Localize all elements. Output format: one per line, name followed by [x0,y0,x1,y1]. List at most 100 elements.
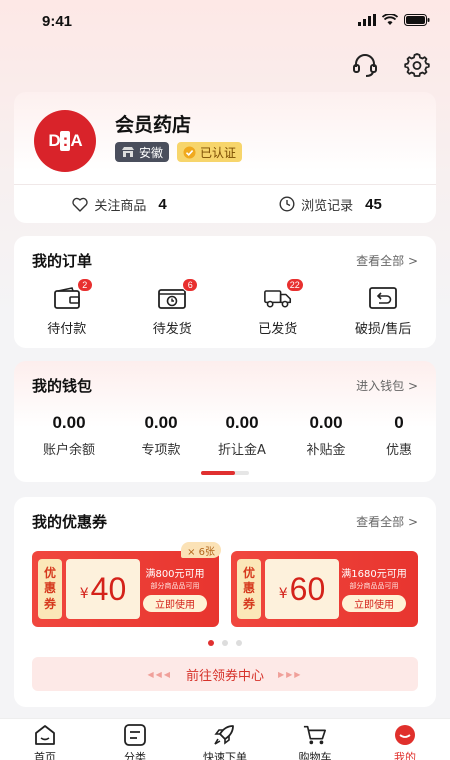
coupon-scope: 部分商品品可用 [349,582,399,590]
system-icons [358,14,430,26]
wallet-item-discount[interactable]: 0.00 折让金A [198,413,286,458]
coupon-tag: 优惠券 [237,559,261,619]
history-count: 45 [365,195,382,213]
location-text: 安徽 [139,145,164,160]
wallet-label: 账户余额 [42,443,95,458]
settings-button[interactable] [402,50,432,80]
location-badge: 安徽 [115,142,170,162]
wallet-amount: 0 [394,413,404,432]
wallet-item-special[interactable]: 0.00 专项款 [124,413,198,458]
tab-label: 快速下单 [203,751,247,760]
status-time: 9:41 [42,13,73,30]
wallet-amount: 0.00 [144,413,178,432]
carousel-dot [236,640,242,646]
tab-label: 分类 [124,751,146,760]
wallet-scroll-indicator [201,471,249,475]
tab-label: 购物车 [298,751,332,760]
coupon-item[interactable]: 优惠券 ¥ 40 满800元可用 部分商品品可用 立即使用 × 6张 [32,542,221,627]
wallet-item-coupon[interactable]: 0 优惠 [366,413,432,458]
orders-title: 我的订单 [32,252,113,273]
order-badge: 6 [182,278,199,292]
coupon-value: 40 [90,570,127,607]
headset-icon [353,54,377,77]
order-label: 破损/售后 [355,322,412,337]
coupon-value: 60 [289,570,326,607]
signal-icon [358,14,376,26]
favorites-count: 4 [158,195,167,213]
coupon-center-button[interactable]: ◀◀◀ 前往领券中心 ▶▶▶ [32,657,418,691]
verified-icon [183,146,196,158]
order-after-sales[interactable]: 破损/售后 [331,286,437,337]
orders-view-all-link[interactable]: 查看全部 > [356,252,418,269]
use-coupon-button[interactable]: 立即使用 [143,595,207,612]
cart-icon [303,725,326,745]
coupon-carousel-dots [208,640,242,646]
tab-profile[interactable]: 我的 [360,719,450,760]
coupon-condition: 满800元可用 [145,569,205,580]
wallet-label: 优惠 [385,443,412,458]
store-name: 会员药店 [115,114,192,136]
wallet-label: 补贴金 [306,443,346,458]
wallet-label: 折让金A [218,443,266,458]
profile-icon [395,725,415,745]
return-icon [369,287,398,309]
coupon-value-box: ¥ 40 [66,559,140,619]
order-pending-payment[interactable]: 2 待付款 [14,278,120,337]
certified-text: 已认证 [200,145,237,160]
profile-card: D:A 会员药店 安徽 已认证 关注商品 4 浏览记录 45 [14,92,436,223]
coupon-list: 优惠券 ¥ 40 满800元可用 部分商品品可用 立即使用 × 6张 优惠券 ¥… [32,542,418,627]
coupons-title: 我的优惠券 [32,513,113,534]
bottom-tab-bar: 首页 分类 快速下单 购物车 我的 [0,718,450,760]
order-status-row: 2 待付款 6 待发货 22 已发货 破损/售后 [14,278,437,337]
coupons-view-all-link[interactable]: 查看全部 > [356,513,418,530]
coupon-item[interactable]: 优惠券 ¥ 60 满1680元可用 部分商品品可用 立即使用 [231,551,418,627]
customer-service-button[interactable] [350,50,380,80]
coupon-tag: 优惠券 [38,559,62,619]
order-badge: 22 [285,278,304,292]
order-shipped[interactable]: 22 已发货 [225,278,331,337]
tab-home[interactable]: 首页 [0,719,90,760]
top-actions [350,50,432,80]
tab-quick-order[interactable]: 快速下单 [180,719,270,760]
favorites-label: 关注商品 [94,198,147,214]
wallet-label: 专项款 [141,443,181,458]
store-icon [122,147,134,157]
gear-icon [404,53,430,77]
wallet-item-subsidy[interactable]: 0.00 补贴金 [286,413,366,458]
clock-icon [279,196,295,212]
carousel-dot [208,640,214,646]
battery-icon [404,14,430,26]
coupon-value-box: ¥ 60 [265,559,339,619]
certified-badge: 已认证 [177,142,243,162]
orders-card: 我的订单 查看全部 > 2 待付款 6 待发货 22 已发货 破损/售后 [14,236,436,348]
wifi-icon [382,14,398,25]
wallet-enter-link[interactable]: 进入钱包 > [356,377,418,394]
home-icon [35,725,55,745]
favorites-link[interactable]: 关注商品 4 [14,185,225,223]
wallet-item-balance[interactable]: 0.00 账户余额 [14,413,124,458]
coupon-count-tag: × 6张 [181,542,221,558]
rocket-icon [214,725,234,745]
wallet-card: 我的钱包 进入钱包 > 0.00 账户余额 0.00 专项款 0.00 折让金A… [14,361,436,482]
tab-category[interactable]: 分类 [90,719,180,760]
tab-cart[interactable]: 购物车 [270,719,360,760]
coupon-center-label: 前往领券中心 [185,668,264,684]
profile-stats: 关注商品 4 浏览记录 45 [14,184,436,223]
wallet-amount: 0.00 [309,413,343,432]
store-badges: 安徽 已认证 [115,142,243,162]
coupon-card: 我的优惠券 查看全部 > 优惠券 ¥ 40 满800元可用 部分商品品可用 立即… [14,497,436,707]
carousel-dot [222,640,228,646]
history-label: 浏览记录 [301,198,354,214]
history-link[interactable]: 浏览记录 45 [225,185,436,223]
category-icon [124,724,146,746]
order-pending-shipment[interactable]: 6 待发货 [120,278,226,337]
wallet-balances-row: 0.00 账户余额 0.00 专项款 0.00 折让金A 0.00 补贴金 0 … [14,413,436,458]
order-label: 已发货 [258,322,298,337]
use-coupon-button[interactable]: 立即使用 [342,595,406,612]
heart-icon [72,197,88,212]
arrows-right-icon: ▶▶▶ [278,669,303,679]
coupon-currency: ¥ [79,586,89,602]
package-clock-icon [158,289,187,309]
wallet-title: 我的钱包 [32,377,113,398]
tab-label: 首页 [34,751,56,760]
